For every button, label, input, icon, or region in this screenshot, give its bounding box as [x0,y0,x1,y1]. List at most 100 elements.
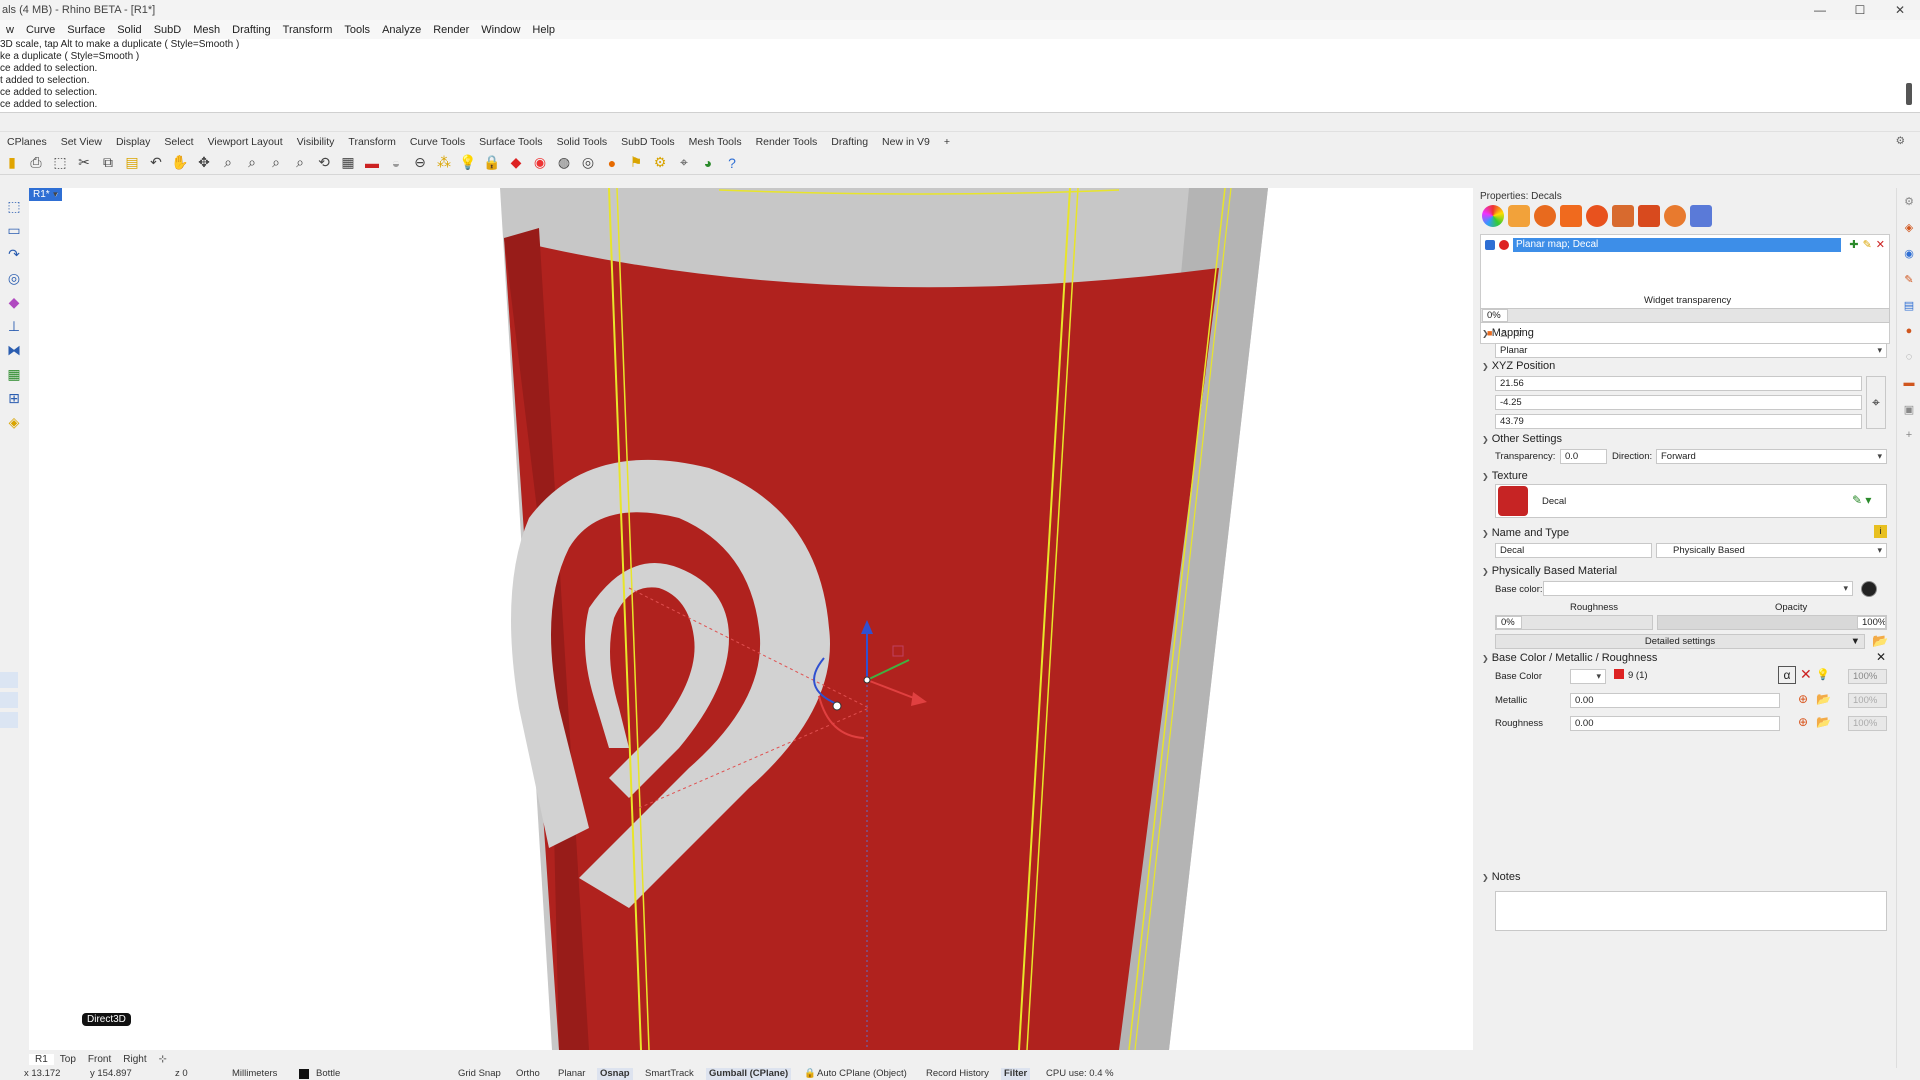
section-base-color-metallic-roughness[interactable]: ❯ Base Color / Metallic / Roughness [1482,652,1657,664]
points-icon[interactable]: ⁂ [432,153,456,173]
record-history-toggle[interactable]: Record History [926,1068,989,1080]
rough-field[interactable]: 0.00 [1570,716,1780,731]
tab-new-in-v9[interactable]: New in V9 [875,136,937,148]
base-color-select[interactable] [1543,581,1853,596]
gear-icon[interactable]: ⚙ [1889,135,1912,147]
edit-decal-icon[interactable]: ✎ [1863,238,1872,251]
material-name-field[interactable]: Decal [1495,543,1652,558]
section-xyz-position[interactable]: ❯ XYZ Position [1482,360,1555,372]
box-icon[interactable] [1612,205,1634,227]
tab-curve-tools[interactable]: Curve Tools [403,136,472,148]
menu-view[interactable]: w [0,24,20,36]
section-texture[interactable]: ❯ Texture [1482,470,1528,482]
section-mapping[interactable]: ❯ Mapping [1482,327,1534,339]
pick-position-icon[interactable]: ⌖ [1866,376,1886,429]
decal-list[interactable]: Planar map; Decal ✚ ✎ ✕ ■ △ ▽ [1480,234,1890,344]
tab-surface-tools[interactable]: Surface Tools [472,136,549,148]
add-tab-icon[interactable]: + [1897,422,1920,448]
roughness-value[interactable]: 0% [1496,616,1522,629]
planar-toggle[interactable]: Planar [558,1068,585,1080]
cplane-icon[interactable]: ⊖ [408,153,432,173]
layers-panel-icon[interactable] [1690,205,1712,227]
zoom-selected-icon[interactable]: ⌕ [288,153,312,173]
tab-viewport-layout[interactable]: Viewport Layout [201,136,290,148]
zoom-window-icon[interactable]: ⌕ [240,153,264,173]
transparency-field[interactable]: 0.0 [1560,449,1607,464]
base-color-slot-select[interactable] [1570,669,1606,684]
globe-icon[interactable]: ◕ [696,153,720,173]
mapping-select[interactable]: Planar [1495,343,1887,358]
undo-icon[interactable]: ↶ [144,153,168,173]
tab-drafting[interactable]: Drafting [824,136,875,148]
command-history[interactable]: 3D scale, tap Alt to make a duplicate ( … [0,39,1920,113]
texture-mapping-icon[interactable] [1534,205,1556,227]
y-position-field[interactable]: -4.25 [1495,395,1862,410]
folder-icon[interactable]: 📂 [1816,692,1831,706]
section-other-settings[interactable]: ❯ Other Settings [1482,433,1562,445]
edit-texture-icon[interactable]: ✎ ▾ [1852,493,1871,507]
settings-icon[interactable]: ⚙ [648,153,672,173]
paste-icon[interactable]: ▤ [120,153,144,173]
viewport-tag[interactable]: R1* ▾ [29,188,62,201]
pan-icon[interactable]: ✋ [168,153,192,173]
lock-icon[interactable]: 🔒 [480,153,504,173]
tab-render-tools[interactable]: Render Tools [749,136,825,148]
menu-solid[interactable]: Solid [111,24,147,36]
bulb-icon[interactable]: 💡 [1816,668,1830,681]
tab-set-view[interactable]: Set View [54,136,109,148]
panel-stub[interactable] [0,692,18,708]
menu-drafting[interactable]: Drafting [226,24,277,36]
menu-transform[interactable]: Transform [277,24,339,36]
decal-icon[interactable] [1560,205,1582,227]
osnap-toggle[interactable]: Osnap [597,1068,633,1080]
flag-icon[interactable]: ⚑ [624,153,648,173]
zoom-extents-icon[interactable]: ⌕ [264,153,288,173]
menu-analyze[interactable]: Analyze [376,24,427,36]
material-icon[interactable] [1508,205,1530,227]
notes-textarea[interactable] [1495,891,1887,931]
menu-tools[interactable]: Tools [338,24,376,36]
menu-curve[interactable]: Curve [20,24,61,36]
history-scrollbar[interactable] [1906,83,1912,105]
color-wheel-icon[interactable]: ◉ [528,153,552,173]
menu-surface[interactable]: Surface [61,24,111,36]
viewport-r1[interactable] [29,188,1473,1050]
rectangle-icon[interactable]: ▭ [0,218,28,242]
cut-icon[interactable]: ✂ [72,153,96,173]
camera-tab-icon[interactable]: ▣ [1897,396,1920,422]
material-type-select[interactable]: Physically Based [1656,543,1887,558]
opacity-value[interactable]: 100% [1857,616,1886,629]
panel-stub[interactable] [0,672,18,688]
print-icon[interactable]: ⎙ [24,153,48,173]
close-section-icon[interactable]: ✕ [1876,650,1886,664]
gumball-toggle[interactable]: Gumball (CPlane) [706,1068,792,1080]
delete-decal-icon[interactable]: ✕ [1876,238,1885,251]
display-tab-icon[interactable]: ◌ [1897,344,1920,370]
minimize-button[interactable]: — [1800,0,1840,20]
decal-item-label[interactable]: Planar map; Decal [1513,238,1841,252]
add-texture-icon[interactable]: ⊕ [1798,692,1808,706]
material-tab-icon[interactable]: ✎ [1897,266,1920,292]
menu-subd[interactable]: SubD [148,24,188,36]
layers-tab-icon[interactable]: ▤ [1897,292,1920,318]
add-decal-icon[interactable]: ✚ [1849,238,1858,251]
menu-mesh[interactable]: Mesh [187,24,226,36]
color-tab-icon[interactable]: ◉ [1897,240,1920,266]
detailed-settings-button[interactable]: Detailed settings ▼ [1495,634,1865,649]
tab-display[interactable]: Display [109,136,157,148]
add-texture-icon[interactable]: ⊕ [1798,715,1808,729]
info-icon[interactable]: i [1874,525,1887,538]
sphere-icon[interactable]: ◍ [552,153,576,173]
close-button[interactable]: ✕ [1880,0,1920,20]
surface-tool-icon[interactable]: ◆ [0,290,28,314]
select-lasso-icon[interactable]: ⬚ [0,194,28,218]
tab-transform[interactable]: Transform [341,136,402,148]
zoom-icon[interactable]: ⌕ [216,153,240,173]
maximize-button[interactable]: ☐ [1840,0,1880,20]
dimension-tool-icon[interactable]: ⊞ [0,386,28,410]
ortho-toggle[interactable]: Ortho [516,1068,540,1080]
array-icon[interactable]: ▦ [0,362,28,386]
car-icon[interactable]: ▬ [360,153,384,173]
list-item[interactable]: Planar map; Decal ✚ ✎ ✕ [1483,238,1887,252]
decal-visible-checkbox[interactable] [1485,240,1495,250]
